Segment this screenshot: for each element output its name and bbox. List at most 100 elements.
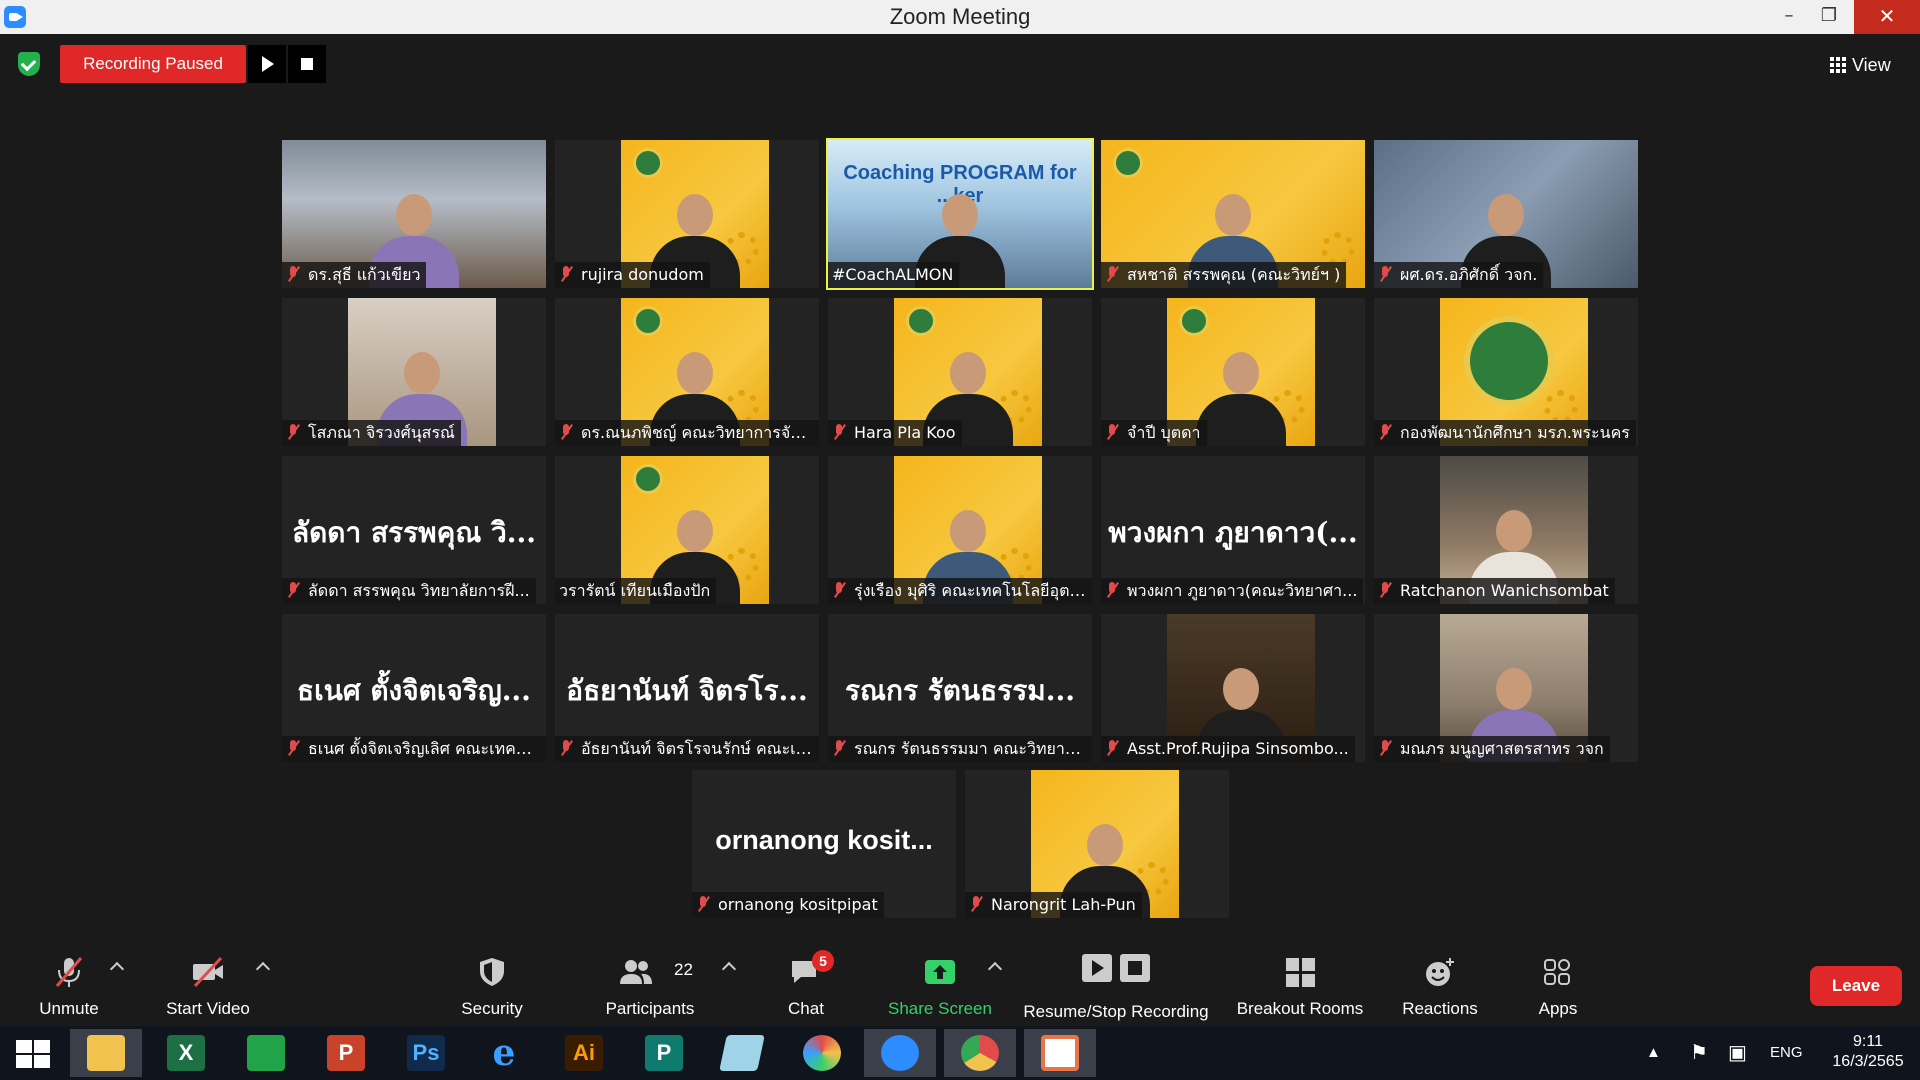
participant-tile[interactable]: พวงผกา ภูยาดาว(... พวงผกา ภูยาดาว(คณะวิท…: [1101, 456, 1365, 604]
participants-options-chevron-icon[interactable]: [721, 961, 737, 977]
participant-tile[interactable]: ลัดดา สรรพคุณ วิ... ลัดดา สรรพคุณ วิทยาล…: [282, 456, 546, 604]
taskbar-file-explorer[interactable]: [70, 1029, 142, 1077]
breakout-rooms-button[interactable]: Breakout Rooms: [1230, 942, 1370, 1026]
participant-tile[interactable]: Hara Pla Koo: [828, 298, 1092, 446]
participant-name: กองพัฒนานักศึกษา มรภ.พระนคร: [1374, 420, 1636, 446]
mic-muted-icon: [286, 266, 300, 282]
clock-date: 16/3/2565: [1832, 1053, 1904, 1070]
participant-tile[interactable]: ดร.สุธี แก้วเขียว: [282, 140, 546, 288]
start-video-button[interactable]: Start Video: [154, 942, 262, 1026]
participant-tile[interactable]: Ratchanon Wanichsombat: [1374, 456, 1638, 604]
active-speaker-tile[interactable]: Coaching PROGRAM for ...ker #CoachALMON: [826, 138, 1094, 290]
apps-button[interactable]: Apps: [1516, 942, 1600, 1026]
participant-display-name: ธเนศ ตั้งจิตเจริญ...: [297, 674, 531, 707]
participant-display-name: อัธยานันท์ จิตรโร...: [566, 674, 808, 707]
participant-tile[interactable]: จำปี บุตดา: [1101, 298, 1365, 446]
participant-name: ธเนศ ตั้งจิตเจริญเลิศ คณะเทคโน...: [282, 736, 546, 762]
participant-tile[interactable]: กองพัฒนานักศึกษา มรภ.พระนคร: [1374, 298, 1638, 446]
photoshop-icon: Ps: [407, 1035, 445, 1071]
windows-start-icon[interactable]: [16, 1040, 52, 1068]
chat-unread-badge: 5: [812, 950, 834, 972]
action-center-flag-icon[interactable]: ⚑: [1690, 1026, 1708, 1080]
participant-name: จำปี บุตดา: [1101, 420, 1207, 446]
participant-name: มณภร มนูญศาสตรสาทร วจก: [1374, 736, 1610, 762]
participant-tile[interactable]: rujira donudom: [555, 140, 819, 288]
participant-display-name: พวงผกา ภูยาดาว(...: [1108, 516, 1358, 549]
powerpoint-icon: P: [327, 1035, 365, 1071]
unmute-button[interactable]: Unmute: [20, 942, 118, 1026]
resume-recording-button[interactable]: [248, 45, 286, 83]
mic-muted-icon: [559, 266, 573, 282]
taskbar-internet-explorer[interactable]: e: [468, 1029, 540, 1077]
taskbar-chrome[interactable]: [944, 1029, 1016, 1077]
participant-name: รุ่งเรือง มุศิริ คณะเทคโนโลยีอุตส...: [828, 578, 1092, 604]
apps-icon: [1544, 959, 1570, 985]
participant-tile[interactable]: ธเนศ ตั้งจิตเจริญ... ธเนศ ตั้งจิตเจริญเล…: [282, 614, 546, 762]
participant-tile[interactable]: รุ่งเรือง มุศิริ คณะเทคโนโลยีอุตส...: [828, 456, 1092, 604]
mic-muted-icon: [1105, 582, 1119, 598]
participant-tile[interactable]: Asst.Prof.Rujipa Sinsombo...: [1101, 614, 1365, 762]
mic-muted-icon: [559, 740, 573, 756]
taskbar-zoom[interactable]: [864, 1029, 936, 1077]
resume-stop-recording-button[interactable]: Resume/Stop Recording: [1016, 942, 1216, 1026]
chrome-icon: [961, 1035, 999, 1071]
participant-name: อัธยานันท์ จิตรโรจนรักษ์ คณะเท...: [555, 736, 819, 762]
windows-taskbar: X P Ps e Ai P ▲ ⚑ ▣ ENG 9:11 16/3/2565: [0, 1026, 1920, 1080]
participant-name: ดร.ณนภพิชญ์ คณะวิทยาการจัด...: [555, 420, 819, 446]
system-clock[interactable]: 9:11 16/3/2565: [1826, 1032, 1910, 1072]
participant-name: ดร.สุธี แก้วเขียว: [282, 262, 427, 288]
show-hidden-icons-chevron-icon[interactable]: ▲: [1646, 1026, 1661, 1080]
share-screen-button[interactable]: Share Screen: [880, 942, 1000, 1026]
participant-tile[interactable]: ornanong kosit... ornanong kositpipat: [692, 770, 956, 918]
participant-name: ผศ.ดร.อภิศักดิ์ วจก.: [1374, 262, 1544, 288]
participant-tile[interactable]: ผศ.ดร.อภิศักดิ์ วจก.: [1374, 140, 1638, 288]
participant-display-name: ลัดดา สรรพคุณ วิ...: [291, 516, 537, 549]
security-button[interactable]: Security: [446, 942, 538, 1026]
network-icon[interactable]: ▣: [1728, 1026, 1747, 1080]
recording-controls-icon: [1082, 954, 1150, 982]
taskbar-store[interactable]: [230, 1029, 302, 1077]
language-indicator[interactable]: ENG: [1770, 1026, 1803, 1080]
participant-name: Hara Pla Koo: [828, 420, 962, 446]
taskbar-photoshop[interactable]: Ps: [390, 1029, 462, 1077]
mic-muted-icon: [1378, 740, 1392, 756]
stop-recording-button[interactable]: [288, 45, 326, 83]
participant-tile[interactable]: Narongrit Lah-Pun: [965, 770, 1229, 918]
restore-button[interactable]: ❐: [1806, 0, 1852, 34]
participant-display-name: รณกร รัตนธรรม...: [845, 674, 1075, 707]
taskbar-notepad[interactable]: [706, 1029, 778, 1077]
taskbar-photos[interactable]: [1024, 1029, 1096, 1077]
participant-tile[interactable]: วรารัตน์ เทียนเมืองปัก: [555, 456, 819, 604]
participant-name: Asst.Prof.Rujipa Sinsombo...: [1101, 736, 1355, 762]
taskbar-publisher[interactable]: P: [628, 1029, 700, 1077]
taskbar-photoscape[interactable]: [786, 1029, 858, 1077]
mic-muted-icon: [286, 424, 300, 440]
close-button[interactable]: ✕: [1854, 0, 1920, 34]
university-seal-icon: [1464, 316, 1554, 406]
participants-button[interactable]: 22 Participants: [596, 942, 704, 1026]
taskbar-illustrator[interactable]: Ai: [548, 1029, 620, 1077]
mic-muted-icon: [1378, 582, 1392, 598]
participant-tile[interactable]: มณภร มนูญศาสตรสาทร วจก: [1374, 614, 1638, 762]
notepad-icon: [719, 1035, 765, 1071]
participant-tile[interactable]: สหชาติ สรรพคุณ (คณะวิทย์ฯ ): [1101, 140, 1365, 288]
view-button[interactable]: View: [1830, 50, 1891, 80]
mic-muted-icon: [832, 740, 846, 756]
participant-name: ลัดดา สรรพคุณ วิทยาลัยการฝี...: [282, 578, 536, 604]
photoscape-icon: [803, 1035, 841, 1071]
participant-tile[interactable]: โสภณา จิรวงศ์นุสรณ์: [282, 298, 546, 446]
mic-muted-icon: [1378, 266, 1392, 282]
participant-name: สหชาติ สรรพคุณ (คณะวิทย์ฯ ): [1101, 262, 1347, 288]
participant-tile[interactable]: ดร.ณนภพิชญ์ คณะวิทยาการจัด...: [555, 298, 819, 446]
encryption-shield-icon[interactable]: [18, 52, 40, 76]
mic-muted-icon: [696, 896, 710, 912]
share-screen-icon: [925, 960, 955, 984]
participant-tile[interactable]: รณกร รัตนธรรม... รณกร รัตนธรรมมา คณะวิทย…: [828, 614, 1092, 762]
taskbar-powerpoint[interactable]: P: [310, 1029, 382, 1077]
reactions-button[interactable]: Reactions: [1390, 942, 1490, 1026]
leave-button[interactable]: Leave: [1810, 966, 1902, 1006]
taskbar-excel[interactable]: X: [150, 1029, 222, 1077]
folder-icon: [87, 1035, 125, 1071]
participant-tile[interactable]: อัธยานันท์ จิตรโร... อัธยานันท์ จิตรโรจน…: [555, 614, 819, 762]
chat-button[interactable]: 5 Chat: [772, 942, 840, 1026]
